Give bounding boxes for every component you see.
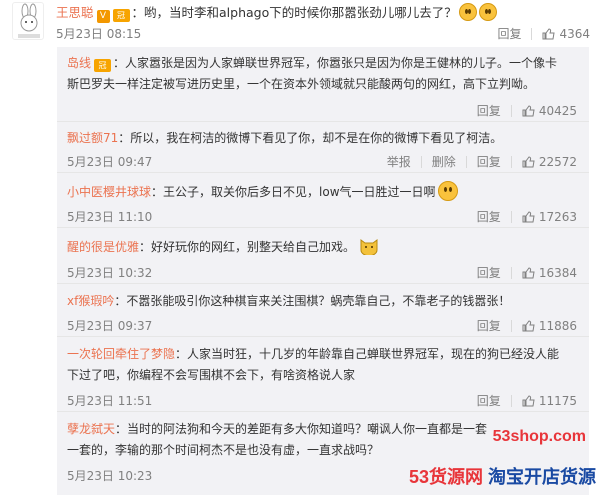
like-button[interactable]: 40425 bbox=[522, 104, 577, 118]
thumbs-up-icon bbox=[522, 105, 535, 117]
reply-date: 5月23日 11:10 bbox=[67, 210, 153, 224]
divider bbox=[510, 395, 512, 407]
comment-actions: 回复 4364 bbox=[497, 25, 590, 42]
reply-button[interactable]: 回复 bbox=[477, 104, 501, 118]
watermark-brand-b: 淘宝开店货源 bbox=[488, 467, 596, 487]
divider bbox=[420, 156, 422, 168]
divider bbox=[531, 28, 533, 40]
like-count: 17263 bbox=[538, 210, 577, 224]
reply-text: ：王公子，取关你后多日不见，low气一日胜过一日啊 bbox=[151, 185, 436, 199]
like-button[interactable]: 4364 bbox=[542, 27, 590, 41]
delete-button[interactable]: 删除 bbox=[432, 155, 456, 169]
like-count: 11886 bbox=[538, 319, 577, 333]
reply-text: ：人家嚣张是因为人家蝉联世界冠军，你嚣张只是因为你是王健林的儿子。一个像卡斯巴罗… bbox=[67, 56, 558, 91]
divider bbox=[510, 105, 512, 117]
list-item: 醒的很是优雅：好好玩你的网红，别整天给自己加戏。 5月23日 10:32 回复 1… bbox=[57, 228, 589, 284]
like-button[interactable]: 11886 bbox=[522, 319, 577, 333]
crown-badge-icon: 冠 bbox=[94, 59, 112, 72]
reply-button[interactable]: 回复 bbox=[477, 210, 501, 224]
emoji-icon bbox=[478, 3, 497, 21]
main-comment: 王思聪 V 冠：哟，当时李和alphago下的时候你那嚣张劲儿哪儿去了？ 5月23日… bbox=[0, 0, 600, 45]
emoji-icon bbox=[437, 181, 458, 201]
divider bbox=[510, 211, 512, 223]
divider bbox=[465, 156, 467, 168]
thumbs-up-icon bbox=[522, 395, 535, 407]
like-count: 11175 bbox=[538, 394, 577, 408]
cat-emoji-icon bbox=[360, 239, 378, 257]
divider bbox=[510, 156, 512, 168]
reply-text: ：当时的阿法狗和今天的差距有多大你知道吗？嘲讽人你一直都是一套一套的，李输的那个… bbox=[67, 422, 488, 457]
reply-date: 5月23日 09:47 bbox=[67, 155, 153, 169]
comment-text: ：哟，当时李和alphago下的时候你那嚣张劲儿哪儿去了？ bbox=[131, 5, 457, 20]
reply-text: ：好好玩你的网红，别整天给自己加戏。 bbox=[139, 240, 356, 254]
like-button[interactable]: 11175 bbox=[522, 394, 577, 408]
like-button[interactable]: 16384 bbox=[522, 266, 577, 280]
like-count: 16384 bbox=[538, 266, 577, 280]
watermark-brand-a: 53货源网 bbox=[408, 467, 483, 487]
reply-username[interactable]: xf猴瑕吟 bbox=[67, 294, 114, 308]
list-item: xf猴瑕吟：不嚣张能吸引你这种棋盲来关注围棋？蜗壳靠自己，不靠老子的钱嚣张！ 5… bbox=[57, 284, 589, 337]
rabbit-avatar-icon bbox=[18, 3, 40, 38]
crown-badge-icon: 冠 bbox=[112, 9, 130, 22]
verified-badge-icon: V bbox=[96, 10, 110, 23]
thumbs-up-icon bbox=[522, 156, 535, 168]
like-count: 4364 bbox=[559, 27, 590, 41]
reply-username[interactable]: 孽龙弑天 bbox=[67, 422, 115, 436]
reply-username[interactable]: 小中医樱井球球 bbox=[67, 185, 151, 199]
reply-button[interactable]: 回复 bbox=[497, 27, 521, 41]
reply-username[interactable]: 飘过额71 bbox=[67, 131, 118, 145]
emoji-icon bbox=[458, 3, 477, 21]
thumbs-up-icon bbox=[542, 28, 556, 40]
reply-button[interactable]: 回复 bbox=[477, 155, 501, 169]
list-item: 岛线冠：人家嚣张是因为人家蝉联世界冠军，你嚣张只是因为你是王健林的儿子。一个像卡… bbox=[57, 47, 589, 122]
comment-date: 5月23日 08:15 bbox=[56, 27, 142, 41]
reply-date: 5月23日 11:51 bbox=[67, 394, 153, 408]
reply-button[interactable]: 回复 bbox=[477, 394, 501, 408]
reply-text: ：所以，我在柯洁的微博下看见了你，却不是在你的微博下看见了柯洁。 bbox=[118, 131, 503, 145]
like-button[interactable]: 22572 bbox=[522, 155, 577, 169]
thumbs-up-icon bbox=[522, 211, 535, 223]
report-button[interactable]: 举报 bbox=[387, 155, 411, 169]
reply-date: 5月23日 10:32 bbox=[67, 266, 153, 280]
reply-button[interactable]: 回复 bbox=[477, 266, 501, 280]
reply-username[interactable]: 一次轮回牵住了梦隐 bbox=[67, 347, 175, 361]
reply-username[interactable]: 岛线 bbox=[67, 56, 91, 70]
thumbs-up-icon bbox=[522, 320, 535, 332]
commenter-username[interactable]: 王思聪 bbox=[56, 5, 94, 20]
list-item: 飘过额71：所以，我在柯洁的微博下看见了你，却不是在你的微博下看见了柯洁。 5月… bbox=[57, 122, 589, 173]
thumbs-up-icon bbox=[522, 267, 535, 279]
list-item: 一次轮回牵住了梦隐：人家当时狂，十几岁的年龄靠自己蝉联世界冠军，现在的狗已经没人… bbox=[57, 337, 589, 412]
reply-text: ：不嚣张能吸引你这种棋盲来关注围棋？蜗壳靠自己，不靠老子的钱嚣张！ bbox=[114, 294, 511, 308]
like-count: 22572 bbox=[538, 155, 577, 169]
reply-date: 5月23日 10:23 bbox=[67, 469, 153, 483]
reply-username[interactable]: 醒的很是优雅 bbox=[67, 240, 139, 254]
like-count: 40425 bbox=[538, 104, 577, 118]
watermark-url: 53shop.com bbox=[492, 428, 586, 445]
divider bbox=[510, 267, 512, 279]
watermark-brand: 53货源网 淘宝开店货源 bbox=[409, 463, 596, 489]
list-item: 小中医樱井球球：王公子，取关你后多日不见，low气一日胜过一日啊 5月23日 1… bbox=[57, 173, 589, 228]
divider bbox=[510, 320, 512, 332]
reply-button[interactable]: 回复 bbox=[477, 319, 501, 333]
reply-date: 5月23日 09:37 bbox=[67, 319, 153, 333]
avatar[interactable] bbox=[12, 2, 44, 40]
like-button[interactable]: 17263 bbox=[522, 210, 577, 224]
